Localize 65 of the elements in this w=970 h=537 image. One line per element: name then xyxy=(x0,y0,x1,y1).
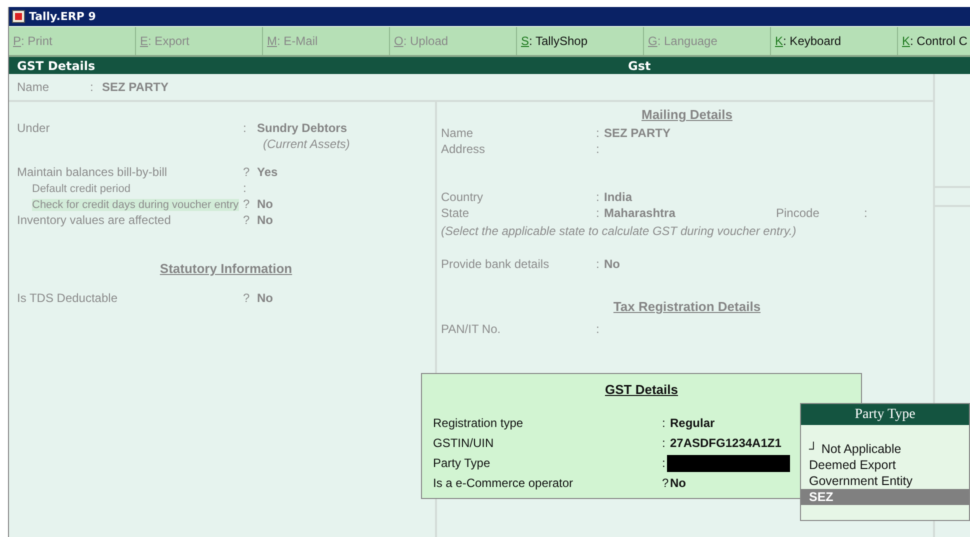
separator: ? xyxy=(243,290,251,306)
field-label: Provide bank details xyxy=(441,256,550,272)
separator: : xyxy=(243,120,248,136)
separator: : xyxy=(596,125,600,141)
field-value: No xyxy=(604,256,620,272)
separator: : xyxy=(662,456,666,470)
field-label: Name xyxy=(441,125,474,141)
input-field[interactable] xyxy=(667,454,790,472)
separator: : xyxy=(596,256,600,272)
list-item[interactable]: SEZ xyxy=(801,489,969,505)
window-title: Tally.ERP 9 xyxy=(29,10,96,23)
separator: : xyxy=(90,80,94,94)
group-note: (Current Assets) xyxy=(263,136,350,152)
list-item[interactable]: Deemed Export xyxy=(801,457,969,473)
field-label: Is a e-Commerce operator xyxy=(433,476,574,490)
field-label: State xyxy=(441,205,470,221)
separator: ? xyxy=(243,164,251,180)
field-label: Registration type xyxy=(433,416,524,430)
field-label: Party Type xyxy=(433,456,492,470)
section-heading: Tax Registration Details xyxy=(613,299,761,314)
field-value: No xyxy=(257,290,273,306)
separator: : xyxy=(662,416,666,430)
screen-title: GST Details xyxy=(17,58,96,72)
field-value: Yes xyxy=(257,164,278,180)
separator: ? xyxy=(662,476,670,490)
dialog-title: GST Details xyxy=(605,382,678,397)
list-item[interactable]: Government Entity xyxy=(801,473,969,489)
section-heading: Mailing Details xyxy=(641,107,733,122)
hint-text: (Select the applicable state to calculate GST during voucher entry.) xyxy=(441,223,796,239)
field-label: Inventory values are affected xyxy=(17,213,171,227)
field-value: Regular xyxy=(670,416,715,430)
field-label: Check for credit days during voucher entry xyxy=(32,199,239,211)
field-label: Maintain balances bill-by-bill xyxy=(17,165,168,179)
field-label: Is TDS Deductable xyxy=(17,290,118,306)
separator: : xyxy=(596,141,600,157)
field-value: SEZ PARTY xyxy=(604,125,670,141)
list-item[interactable]: ┘ Not Applicable xyxy=(801,441,969,457)
field-label: Under xyxy=(17,120,51,136)
list-title: Party Type xyxy=(801,404,969,425)
section-heading: Statutory Information xyxy=(160,261,292,276)
field-value: No xyxy=(257,196,273,212)
app-icon xyxy=(12,10,25,23)
separator: : xyxy=(243,180,248,196)
field-label: Name xyxy=(17,80,50,94)
separator: : xyxy=(596,321,600,337)
field-label: Address xyxy=(441,141,486,157)
field-label: Country xyxy=(441,189,484,205)
field-value: 27ASDFG1234A1Z1 xyxy=(670,436,782,450)
field-value: No xyxy=(257,212,273,228)
separator: ? xyxy=(243,196,251,212)
field-value: No xyxy=(670,476,686,490)
field-label: GSTIN/UIN xyxy=(433,436,495,450)
field-label: Default credit period xyxy=(32,183,130,195)
separator: : xyxy=(596,205,600,221)
separator: : xyxy=(596,189,600,205)
company-title: Gst xyxy=(628,58,651,72)
field-value: Maharashtra xyxy=(604,205,676,221)
separator: ? xyxy=(243,212,251,228)
field-value: India xyxy=(604,189,632,205)
field-label: PAN/IT No. xyxy=(441,321,502,337)
field-value: SEZ PARTY xyxy=(102,80,168,94)
separator: : xyxy=(864,205,868,221)
field-label: Pincode xyxy=(776,205,820,221)
separator: : xyxy=(662,436,666,450)
field-value: Sundry Debtors xyxy=(257,120,348,136)
